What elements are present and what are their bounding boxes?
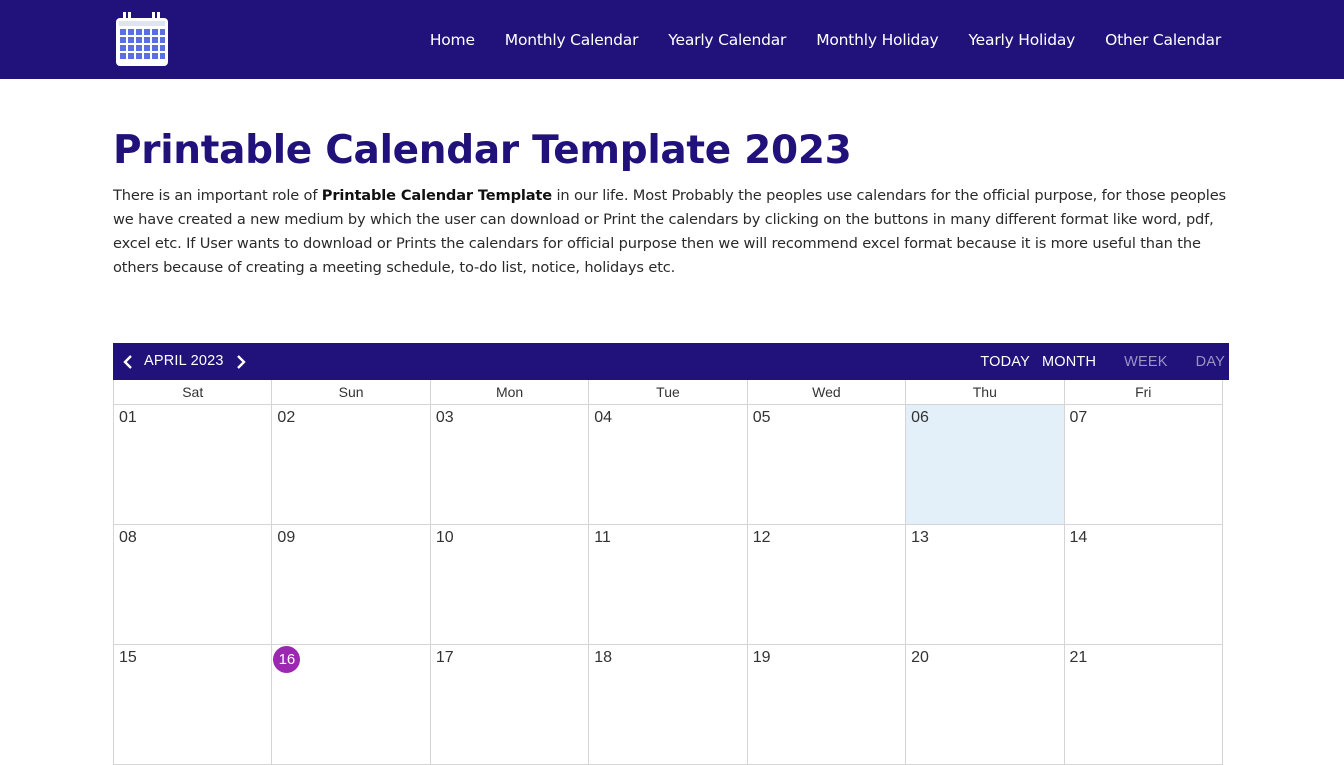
week-row: 15 16 17 18 19 20 21 bbox=[113, 645, 1229, 765]
day-cell[interactable]: 13 bbox=[906, 525, 1065, 645]
month-view-button[interactable]: MONTH bbox=[1042, 354, 1096, 370]
nav-home[interactable]: Home bbox=[430, 31, 475, 49]
day-cell[interactable]: 08 bbox=[114, 525, 273, 645]
day-cell[interactable]: 15 bbox=[114, 645, 273, 765]
weekday-header: Wed bbox=[747, 380, 907, 405]
day-number: 06 bbox=[911, 409, 929, 426]
weekday-header: Thu bbox=[906, 380, 1065, 405]
day-number: 20 bbox=[911, 649, 929, 666]
day-cell[interactable]: 03 bbox=[430, 405, 590, 525]
day-number: 02 bbox=[277, 409, 296, 426]
main-nav: Home Monthly Calendar Yearly Calendar Mo… bbox=[400, 0, 1221, 79]
calendar-toolbar: APRIL 2023 TODAY MONTH WEEK DAY bbox=[113, 343, 1229, 380]
calendar-logo-icon[interactable] bbox=[115, 12, 169, 68]
day-cell[interactable]: 12 bbox=[747, 525, 907, 645]
day-cell[interactable]: 21 bbox=[1064, 645, 1223, 765]
nav-monthly-holiday[interactable]: Monthly Holiday bbox=[816, 31, 938, 49]
day-number: 13 bbox=[911, 529, 929, 546]
day-cell[interactable]: 01 bbox=[114, 405, 273, 525]
day-cell[interactable]: 11 bbox=[589, 525, 748, 645]
day-cell[interactable]: 09 bbox=[272, 525, 431, 645]
day-cell[interactable]: 07 bbox=[1064, 405, 1223, 525]
day-cell[interactable]: 17 bbox=[430, 645, 590, 765]
chevron-right-icon[interactable] bbox=[231, 343, 251, 380]
day-cell[interactable]: 20 bbox=[906, 645, 1065, 765]
day-cell[interactable]: 18 bbox=[589, 645, 748, 765]
intro-text-bold: Printable Calendar Template bbox=[321, 187, 552, 204]
today-button[interactable]: TODAY bbox=[980, 354, 1030, 370]
weekday-header: Fri bbox=[1064, 380, 1223, 405]
day-number: 04 bbox=[594, 409, 613, 426]
weekday-header: Sun bbox=[272, 380, 431, 405]
day-number: 08 bbox=[119, 529, 137, 546]
weekday-header: Sat bbox=[114, 380, 273, 405]
chevron-left-icon[interactable] bbox=[118, 343, 138, 380]
nav-yearly-calendar[interactable]: Yearly Calendar bbox=[668, 31, 786, 49]
calendar-widget: APRIL 2023 TODAY MONTH WEEK DAY Sat Sun … bbox=[113, 343, 1229, 765]
nav-yearly-holiday[interactable]: Yearly Holiday bbox=[968, 31, 1075, 49]
day-cell-today[interactable]: 06 bbox=[906, 405, 1065, 525]
view-switcher: TODAY MONTH WEEK DAY bbox=[980, 343, 1229, 380]
weekday-header-row: Sat Sun Mon Tue Wed Thu Fri bbox=[113, 380, 1229, 405]
intro-paragraph: There is an important role of Printable … bbox=[113, 184, 1229, 280]
day-number: 12 bbox=[752, 529, 771, 546]
day-view-button[interactable]: DAY bbox=[1196, 354, 1225, 370]
day-number: 14 bbox=[1069, 529, 1088, 546]
day-number: 01 bbox=[119, 409, 137, 426]
day-number-badge: 16 bbox=[273, 646, 301, 673]
calendar-month-title: APRIL 2023 bbox=[144, 353, 224, 369]
weekday-header: Tue bbox=[589, 380, 748, 405]
day-number: 21 bbox=[1069, 649, 1088, 666]
weekday-header: Mon bbox=[430, 380, 590, 405]
day-number: 15 bbox=[119, 649, 137, 666]
top-navbar: Home Monthly Calendar Yearly Calendar Mo… bbox=[0, 0, 1344, 79]
day-number: 17 bbox=[435, 649, 454, 666]
day-number: 07 bbox=[1069, 409, 1088, 426]
page-title: Printable Calendar Template 2023 bbox=[113, 128, 852, 173]
day-cell[interactable]: 04 bbox=[589, 405, 748, 525]
week-view-button[interactable]: WEEK bbox=[1124, 354, 1168, 370]
week-row: 01 02 03 04 05 06 07 bbox=[113, 405, 1229, 525]
day-number: 18 bbox=[594, 649, 613, 666]
day-number: 19 bbox=[752, 649, 771, 666]
intro-text-start: There is an important role of bbox=[113, 187, 322, 204]
day-cell[interactable]: 16 bbox=[272, 645, 431, 765]
day-number: 10 bbox=[435, 529, 454, 546]
day-cell[interactable]: 05 bbox=[747, 405, 907, 525]
week-row: 08 09 10 11 12 13 14 bbox=[113, 525, 1229, 645]
day-number: 05 bbox=[752, 409, 771, 426]
day-cell[interactable]: 10 bbox=[430, 525, 590, 645]
nav-other-calendar[interactable]: Other Calendar bbox=[1105, 31, 1221, 49]
nav-monthly-calendar[interactable]: Monthly Calendar bbox=[505, 31, 639, 49]
day-cell[interactable]: 02 bbox=[272, 405, 431, 525]
day-number: 09 bbox=[277, 529, 296, 546]
day-number: 03 bbox=[435, 409, 454, 426]
day-cell[interactable]: 14 bbox=[1064, 525, 1223, 645]
day-cell[interactable]: 19 bbox=[747, 645, 907, 765]
day-number: 11 bbox=[594, 529, 611, 546]
